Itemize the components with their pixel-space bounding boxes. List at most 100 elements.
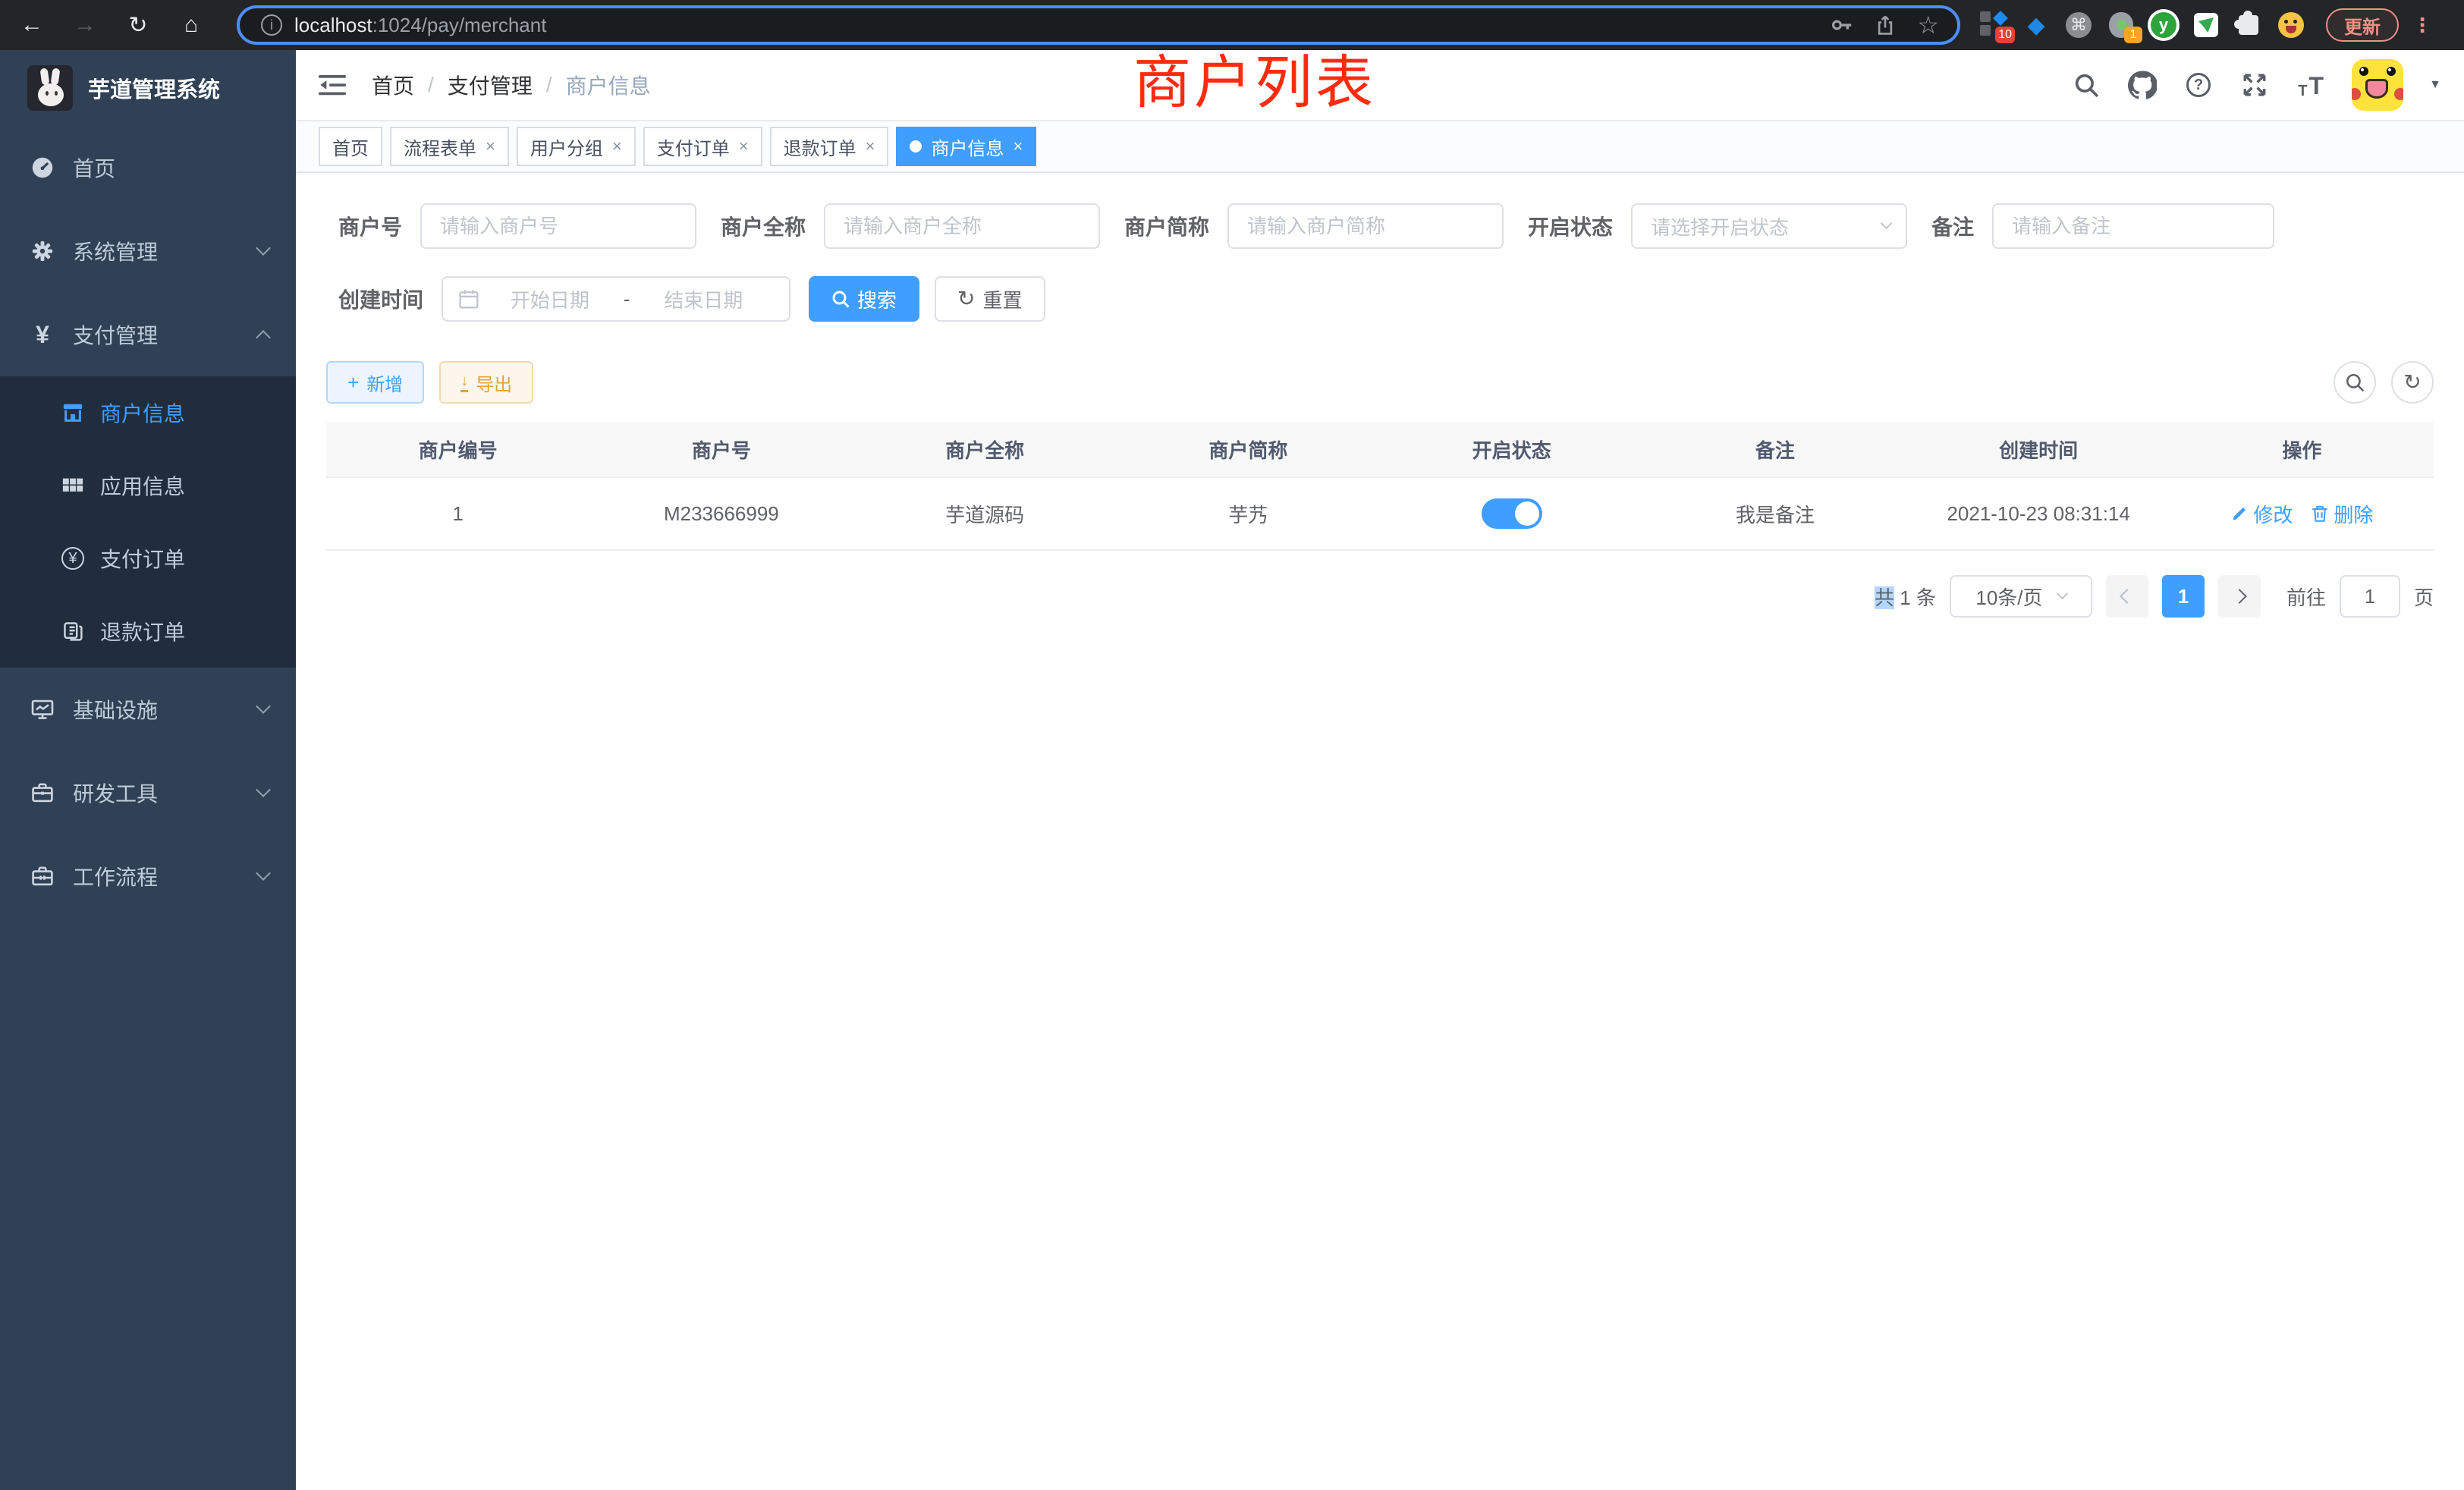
sidebar-item-infrastructure[interactable]: 基础设施 [0, 668, 296, 751]
tab-close-icon[interactable]: × [1013, 138, 1023, 155]
browser-update-button[interactable]: 更新 [2326, 8, 2399, 42]
refresh-table-button[interactable]: ↻ [2391, 361, 2434, 404]
app-logo[interactable]: 芋道管理系统 [0, 50, 296, 126]
sidebar-item-label: 支付订单 [100, 543, 269, 574]
sidebar-item-home[interactable]: 首页 [0, 126, 296, 209]
full-name-input[interactable] [824, 203, 1100, 249]
breadcrumb-separator: / [546, 73, 552, 97]
font-size-icon[interactable]: TT [2296, 70, 2326, 100]
tab-process-form[interactable]: 流程表单× [390, 127, 509, 166]
goto-unit-label: 页 [2414, 583, 2434, 611]
site-info-icon[interactable]: i [261, 14, 282, 36]
home-icon: ⌂ [184, 12, 198, 38]
tabs-bar: 首页 流程表单× 用户分组× 支付订单× 退款订单 × 商户信息× [296, 121, 2464, 173]
browser-toolbar: ← → ↻ ⌂ i localhost:1024/pay/merchant ☆ … [0, 0, 2464, 50]
total-highlight: 共 [1875, 586, 1894, 609]
toggle-search-button[interactable] [2334, 361, 2376, 404]
breadcrumb-home[interactable]: 首页 [372, 70, 414, 100]
sidebar-item-label: 应用信息 [100, 470, 269, 501]
sidebar-item-merchant-info[interactable]: 商户信息 [0, 376, 296, 449]
sidebar-item-dev-tools[interactable]: 研发工具 [0, 751, 296, 835]
toolbox-icon [30, 781, 55, 805]
help-icon[interactable]: ? [2183, 70, 2214, 100]
url-bar[interactable]: i localhost:1024/pay/merchant ☆ [237, 5, 1960, 45]
tab-close-icon[interactable]: × [866, 138, 875, 155]
current-page-button[interactable]: 1 [2162, 575, 2205, 618]
browser-menu-icon[interactable]: ⋮ [2412, 14, 2432, 37]
remark-input[interactable] [1992, 203, 2274, 249]
github-icon[interactable] [2127, 70, 2158, 100]
breadcrumb-payment[interactable]: 支付管理 [448, 70, 533, 100]
extension-badge: 1 [2124, 27, 2142, 43]
tab-home[interactable]: 首页 [319, 127, 382, 166]
tab-refund-order[interactable]: 退款订单 × [770, 127, 889, 166]
tab-close-icon[interactable]: × [486, 138, 495, 155]
browser-reload-button[interactable]: ↻ [118, 5, 158, 45]
browser-back-button[interactable]: ← [12, 5, 52, 45]
sidebar-item-pay-order[interactable]: ¥ 支付订单 [0, 522, 296, 595]
edit-icon [2230, 505, 2249, 523]
toolbar-right: ↻ [2334, 361, 2434, 404]
extension-gem-icon[interactable]: ◆ [2022, 11, 2050, 39]
browser-forward-button[interactable]: → [65, 5, 105, 45]
filter-merchant-no: 商户号 [326, 203, 696, 249]
sidebar-item-payment[interactable]: ¥ 支付管理 [0, 293, 296, 376]
cell-create-time: 2021-10-23 08:31:14 [1907, 478, 2170, 549]
url-host: localhost [294, 14, 372, 36]
field-label: 开启状态 [1516, 211, 1631, 241]
chevron-down-icon [256, 240, 271, 256]
merchant-no-input[interactable] [420, 203, 696, 249]
password-key-icon[interactable] [1831, 14, 1853, 36]
date-range-picker[interactable]: 开始日期 - 结束日期 [442, 276, 790, 322]
extension-status-icon[interactable]: 1 [2107, 11, 2135, 39]
user-avatar[interactable] [2352, 59, 2403, 111]
extension-command-icon[interactable]: ⌘ [2065, 11, 2092, 39]
sidebar-item-refund-order[interactable]: 退款订单 [0, 595, 296, 668]
share-icon[interactable] [1875, 14, 1896, 36]
tab-merchant-info[interactable]: 商户信息× [896, 127, 1036, 166]
sidebar-item-app-info[interactable]: 应用信息 [0, 449, 296, 522]
field-label: 备注 [1919, 211, 1992, 241]
tab-label: 退款订单 [784, 134, 856, 160]
sidebar-item-workflow[interactable]: 工作流程 [0, 835, 296, 918]
edit-link[interactable]: 修改 [2230, 500, 2293, 528]
sidebar-item-system[interactable]: 系统管理 [0, 209, 296, 293]
browser-home-button[interactable]: ⌂ [171, 5, 211, 45]
search-button[interactable]: 搜索 [809, 276, 919, 322]
tab-close-icon[interactable]: × [612, 138, 622, 155]
sidebar-toggle-button[interactable] [319, 70, 349, 100]
next-page-button[interactable] [2218, 575, 2261, 618]
start-date-input[interactable]: 开始日期 [479, 285, 621, 313]
tab-user-group[interactable]: 用户分组× [517, 127, 636, 166]
extension-flag-icon[interactable] [2192, 11, 2220, 39]
status-select[interactable]: 请选择开启状态 [1631, 203, 1907, 249]
extensions-puzzle-icon[interactable] [2235, 11, 2262, 39]
breadcrumb: 首页 / 支付管理 / 商户信息 [372, 70, 651, 100]
bookmark-star-icon[interactable]: ☆ [1917, 11, 1939, 39]
delete-link[interactable]: 删除 [2311, 500, 2373, 528]
caret-down-icon[interactable]: ▼ [2429, 78, 2441, 92]
sidebar-item-label: 支付管理 [73, 319, 258, 350]
page-size-select[interactable]: 10条/页 [1950, 575, 2092, 618]
goto-page-input[interactable] [2340, 575, 2400, 618]
add-button[interactable]: + 新增 [326, 361, 424, 404]
short-name-input[interactable] [1227, 203, 1504, 249]
reset-button[interactable]: ↻ 重置 [935, 276, 1045, 322]
chevron-down-icon [256, 782, 271, 797]
search-button-label: 搜索 [857, 285, 897, 313]
tab-pay-order[interactable]: 支付订单× [643, 127, 762, 166]
merchant-table: 商户编号 商户号 商户全称 商户简称 开启状态 备注 创建时间 操作 1 M23… [326, 422, 2434, 551]
tab-close-icon[interactable]: × [739, 138, 749, 155]
prev-page-button[interactable] [2106, 575, 2148, 618]
extension-y-icon[interactable]: y [2150, 11, 2177, 39]
column-header: 操作 [2170, 422, 2434, 476]
browser-profile-avatar[interactable] [2277, 11, 2305, 39]
search-icon[interactable] [2071, 70, 2101, 100]
breadcrumb-current: 商户信息 [566, 70, 651, 100]
fullscreen-icon[interactable] [2239, 70, 2270, 100]
export-button[interactable]: ↓ 导出 [439, 361, 533, 404]
status-toggle[interactable] [1482, 498, 1542, 529]
end-date-input[interactable]: 结束日期 [633, 285, 774, 313]
extension-grid-icon[interactable]: 10 [1980, 11, 2007, 39]
flag-icon [2194, 13, 2218, 37]
